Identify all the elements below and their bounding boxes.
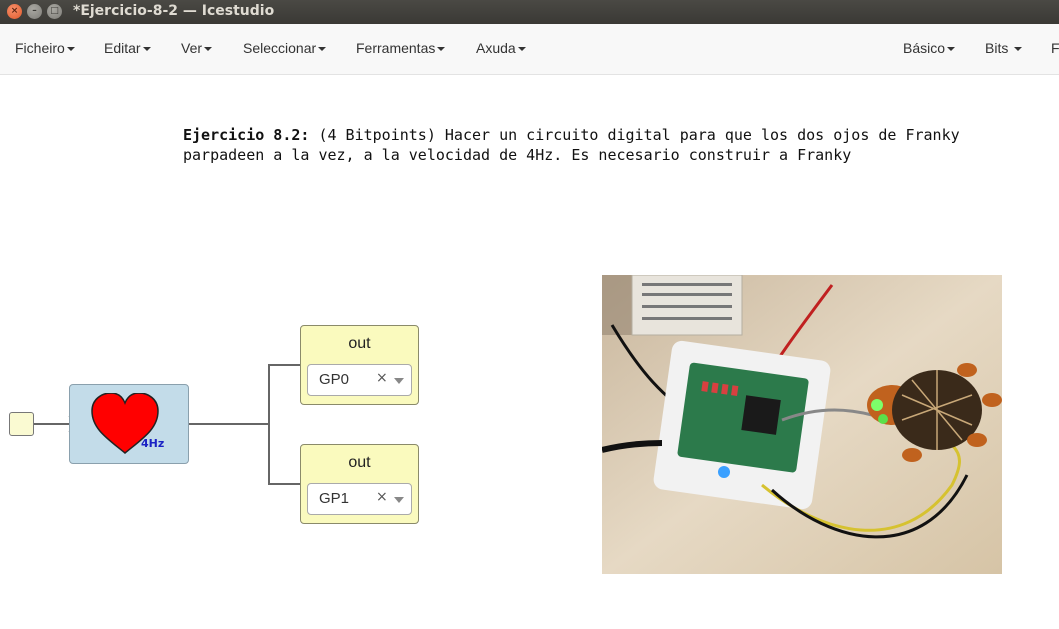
- pin-value: GP0: [319, 371, 350, 388]
- output-block-gp0[interactable]: out GP0 ×: [300, 325, 419, 405]
- output-label: out: [348, 454, 371, 471]
- chevron-down-icon[interactable]: [394, 497, 404, 503]
- franky-photo: [602, 275, 1002, 574]
- clear-icon[interactable]: ×: [376, 370, 388, 386]
- pin-select[interactable]: GP1 ×: [307, 483, 412, 515]
- chevron-down-icon[interactable]: [394, 378, 404, 384]
- frequency-label: 4Hz: [141, 437, 165, 450]
- input-port[interactable]: [9, 412, 34, 436]
- heart-block[interactable]: 4Hz: [69, 384, 189, 464]
- pin-select[interactable]: GP0 ×: [307, 364, 412, 396]
- output-block-gp1[interactable]: out GP1 ×: [300, 444, 419, 524]
- output-label: out: [348, 335, 371, 352]
- clear-icon[interactable]: ×: [376, 489, 388, 505]
- pin-value: GP1: [319, 490, 350, 507]
- wire-split: [268, 364, 300, 485]
